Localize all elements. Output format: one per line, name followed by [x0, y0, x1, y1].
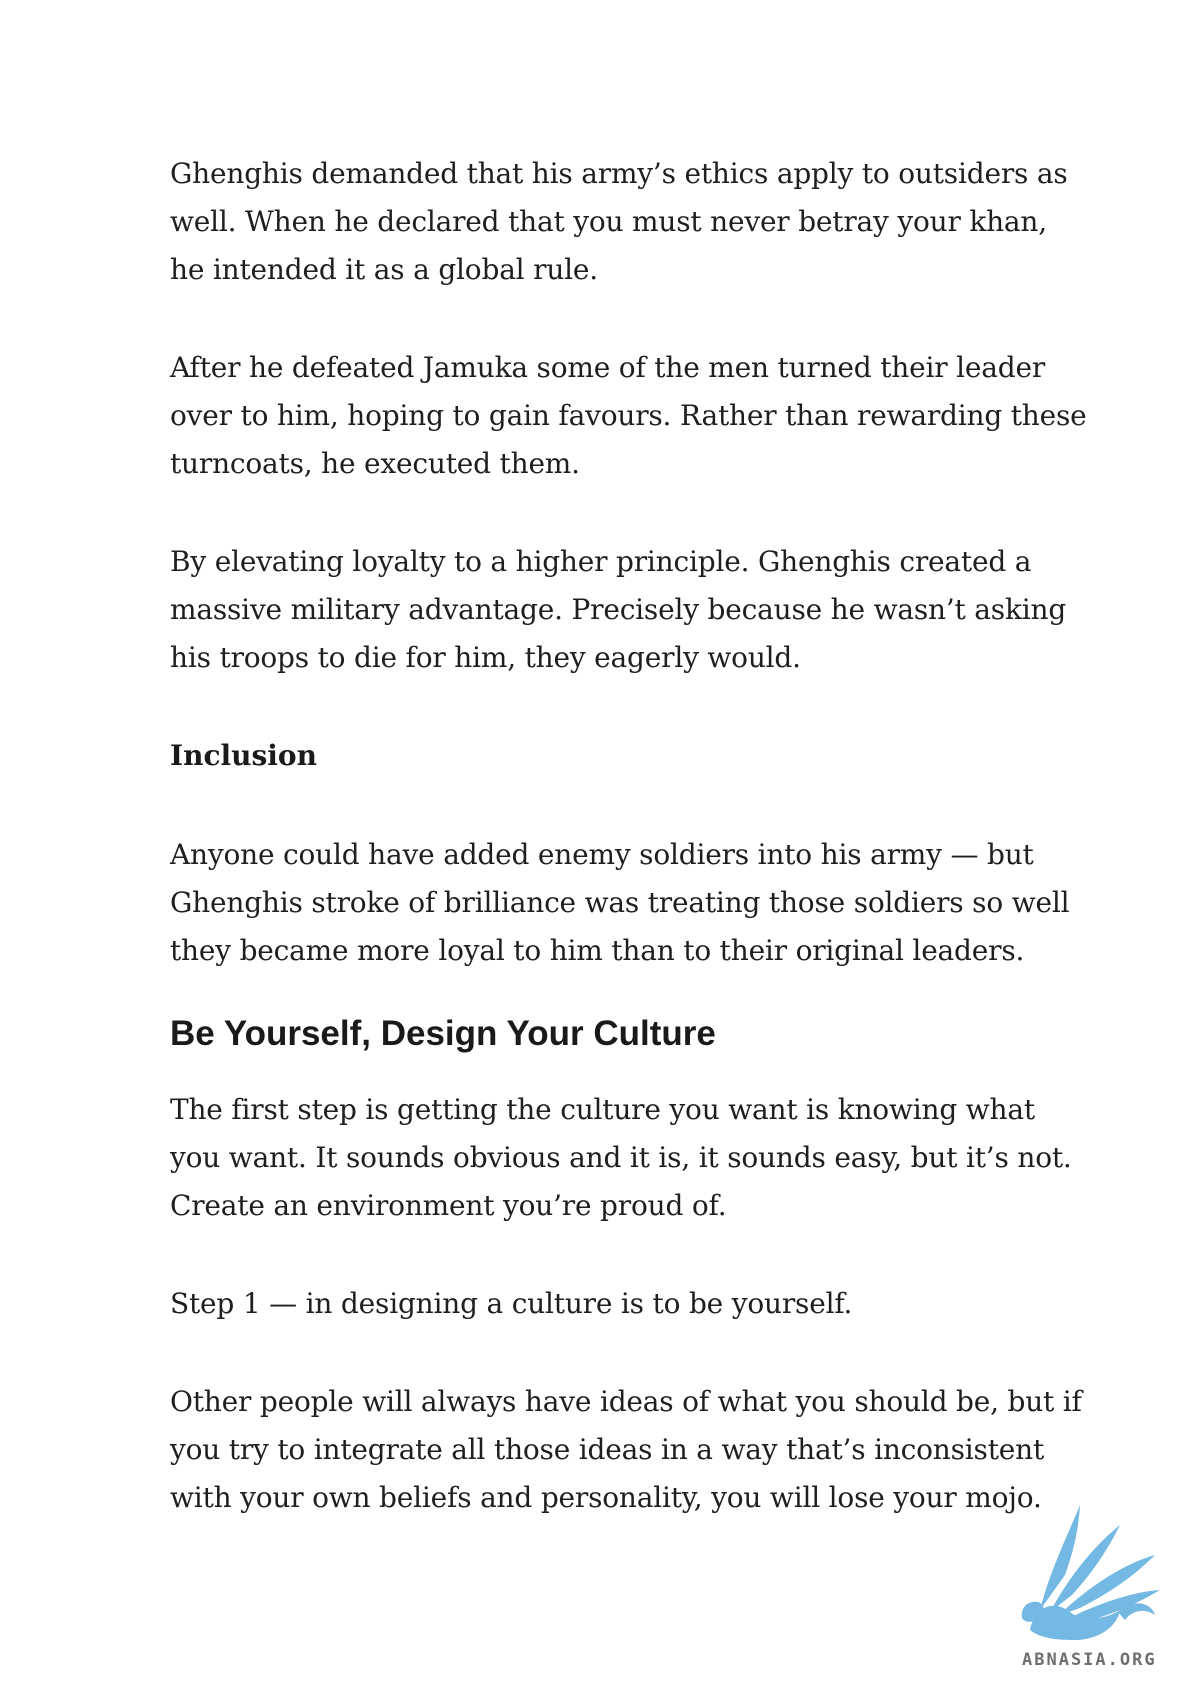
paragraph-other-people: Other people will always have ideas of w… — [170, 1378, 1082, 1522]
text-line: massive military advantage. Precisely be… — [170, 593, 1067, 626]
text-line: After he defeated Jamuka some of the men… — [170, 351, 1046, 384]
text-line: Anyone could have added enemy soldiers i… — [170, 838, 1034, 871]
paragraph-first-step: The first step is getting the culture yo… — [170, 1086, 1072, 1230]
griffin-logo-icon — [1010, 1500, 1180, 1670]
subheading-inclusion: Inclusion — [170, 739, 317, 772]
text-line: Ghenghis stroke of brilliance was treati… — [170, 886, 1070, 919]
text-line: he intended it as a global rule. — [170, 253, 598, 286]
section-heading: Be Yourself, Design Your Culture — [170, 1014, 716, 1053]
text-line: Other people will always have ideas of w… — [170, 1385, 1082, 1418]
paragraph-inclusion: Anyone could have added enemy soldiers i… — [170, 831, 1070, 975]
paragraph-army-ethics: Ghenghis demanded that his army’s ethics… — [170, 150, 1068, 294]
text-line: Create an environment you’re proud of. — [170, 1189, 727, 1222]
text-line: you want. It sounds obvious and it is, i… — [170, 1141, 1072, 1174]
text-line: By elevating loyalty to a higher princip… — [170, 545, 1032, 578]
text-line: with your own beliefs and personality, y… — [170, 1481, 1042, 1514]
text-line: his troops to die for him, they eagerly … — [170, 641, 801, 674]
paragraph-loyalty: By elevating loyalty to a higher princip… — [170, 538, 1066, 682]
watermark-text: ABNASIA.ORG — [1022, 1650, 1157, 1670]
text-line: Ghenghis demanded that his army’s ethics… — [170, 157, 1068, 190]
paragraph-step-one: Step 1 — in designing a culture is to be… — [170, 1280, 852, 1328]
text-line: turncoats, he executed them. — [170, 447, 580, 480]
text-line: The first step is getting the culture yo… — [170, 1093, 1035, 1126]
text-line: well. When he declared that you must nev… — [170, 205, 1047, 238]
text-line: Step 1 — in designing a culture is to be… — [170, 1287, 853, 1320]
text-line: over to him, hoping to gain favours. Rat… — [170, 399, 1087, 432]
text-line: you try to integrate all those ideas in … — [170, 1433, 1045, 1466]
paragraph-jamuka: After he defeated Jamuka some of the men… — [170, 344, 1087, 488]
text-line: they became more loyal to him than to th… — [170, 934, 1025, 967]
